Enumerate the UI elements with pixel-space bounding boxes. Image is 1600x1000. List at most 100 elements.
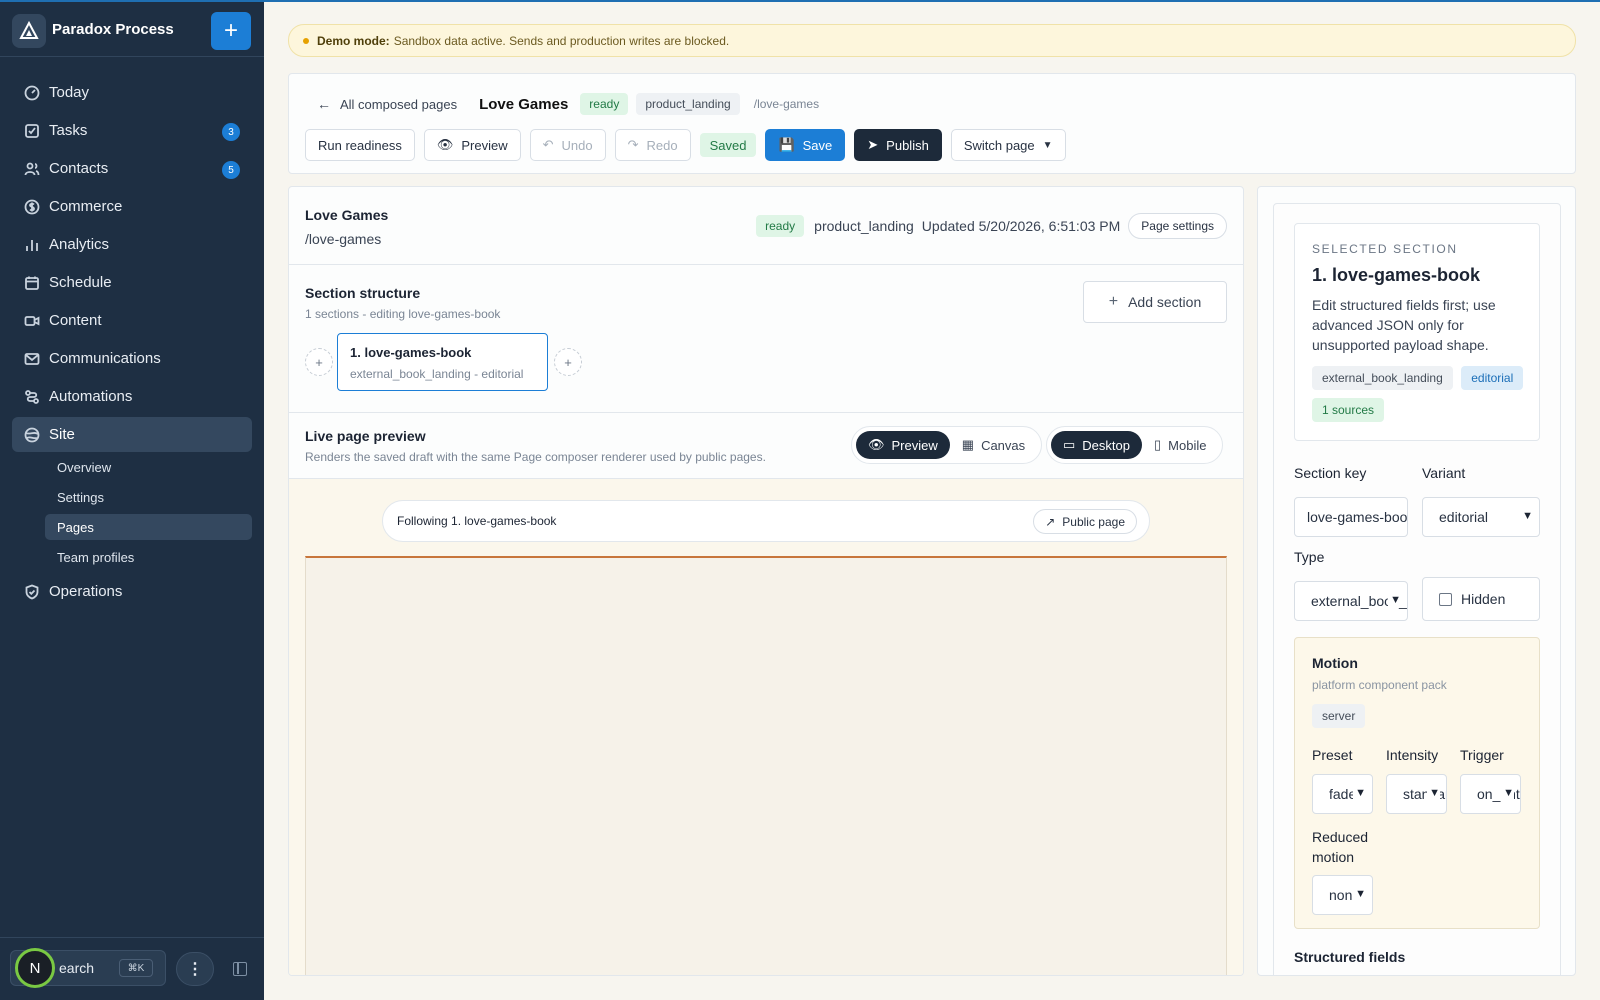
sidebar-subitem-overview[interactable]: Overview	[45, 454, 252, 480]
more-options-button[interactable]: ⋮	[176, 952, 214, 986]
hidden-toggle[interactable]: Hidden	[1422, 577, 1540, 621]
hidden-checkbox[interactable]	[1439, 592, 1452, 606]
save-button[interactable]: 💾 Save	[765, 129, 846, 161]
undo-button-label: Undo	[561, 137, 593, 153]
sidebar-item-label: Today	[49, 84, 90, 101]
sidebar-item-label: Content	[49, 312, 102, 329]
sidebar-item-contacts[interactable]: Contacts 5	[12, 151, 252, 186]
publish-button[interactable]: ➤ Publish	[854, 129, 942, 161]
page-summary-title: Love Games	[305, 207, 389, 223]
redo-icon: ↷	[627, 137, 639, 152]
preview-frame[interactable]	[305, 556, 1227, 975]
insert-section-before-button[interactable]: +	[305, 348, 333, 376]
demo-mode-banner: Demo mode: Sandbox data active. Sends an…	[288, 24, 1576, 57]
following-section-text: Following 1. love-games-book	[397, 514, 557, 528]
plus-icon: +	[1108, 293, 1119, 310]
sidebar-item-schedule[interactable]: Schedule	[12, 265, 252, 300]
insert-section-after-button[interactable]: +	[554, 348, 582, 376]
avatar[interactable]: N	[15, 948, 55, 988]
gauge-icon	[24, 85, 40, 100]
count-badge: 3	[222, 123, 240, 141]
sidebar-item-label: Commerce	[49, 198, 123, 215]
reduced-motion-select[interactable]: none ▼	[1312, 875, 1373, 915]
mobile-device-button[interactable]: ▯ Mobile	[1142, 431, 1218, 459]
sidebar-item-automations[interactable]: Automations	[12, 379, 252, 414]
selected-section-card: SELECTED SECTION 1. love-games-book Edit…	[1294, 223, 1540, 441]
sidebar-subitem-pages[interactable]: Pages	[45, 514, 252, 540]
brand-logo-icon[interactable]	[12, 14, 46, 48]
preview-mode-label: Preview	[891, 437, 938, 453]
calendar-icon	[25, 276, 39, 290]
preview-button-label: Preview	[461, 137, 508, 153]
redo-button-label: Redo	[646, 137, 678, 153]
public-page-button[interactable]: ↗ Public page	[1033, 509, 1137, 534]
sidebar-item-analytics[interactable]: Analytics	[12, 227, 252, 262]
send-icon: ➤	[867, 137, 879, 152]
chevron-down-icon: ▼	[1353, 787, 1366, 799]
section-structure-subtitle: 1 sections - editing love-games-book	[305, 307, 501, 321]
canvas-mode-label: Canvas	[981, 437, 1026, 453]
preview-button[interactable]: 👁 Preview	[423, 129, 521, 161]
switch-page-label: Switch page	[963, 137, 1035, 153]
banner-text: Sandbox data active. Sends and productio…	[393, 33, 730, 48]
route-icon	[25, 389, 39, 404]
search-input[interactable]: N earch ⌘K	[10, 948, 166, 988]
motion-subtitle: platform component pack	[1312, 678, 1447, 692]
more-vertical-icon: ⋮	[187, 961, 203, 978]
undo-icon: ↶	[542, 137, 554, 152]
type-select[interactable]: external_book_landing▼	[1294, 581, 1408, 621]
intensity-select[interactable]: standard▼	[1386, 774, 1447, 814]
eye-icon: 👁	[868, 437, 885, 452]
canvas-mode-button[interactable]: ▦ Canvas	[950, 431, 1037, 459]
preview-mode-button[interactable]: 👁 Preview	[856, 431, 950, 459]
trigger-label: Trigger	[1460, 747, 1504, 763]
section-structure-title: Section structure	[305, 285, 421, 301]
chevron-down-icon: ▼	[1353, 888, 1366, 900]
sidebar-item-content[interactable]: Content	[12, 303, 252, 338]
users-icon	[24, 162, 40, 175]
sidebar-item-tasks[interactable]: Tasks 3	[12, 113, 252, 148]
section-chip[interactable]: 1. love-games-book external_book_landing…	[337, 333, 548, 391]
sidebar-subitem-settings[interactable]: Settings	[45, 484, 252, 510]
create-new-button[interactable]: +	[211, 12, 251, 50]
collapse-sidebar-icon[interactable]	[233, 962, 247, 976]
eye-icon: 👁	[436, 137, 454, 152]
inspector-panel: SELECTED SECTION 1. love-games-book Edit…	[1273, 203, 1561, 975]
add-section-button[interactable]: + Add section	[1083, 281, 1227, 323]
trigger-select-value: on_enter	[1477, 786, 1520, 802]
sidebar-item-operations[interactable]: Operations	[12, 574, 252, 609]
page-settings-button[interactable]: Page settings	[1128, 213, 1227, 239]
chevron-down-icon: ▼	[1501, 787, 1514, 799]
sidebar-item-label: Contacts	[49, 160, 109, 177]
preview-mode-toggle: 👁 Preview ▦ Canvas	[851, 426, 1043, 464]
desktop-device-button[interactable]: ▭ Desktop	[1051, 431, 1142, 459]
sidebar-item-today[interactable]: Today	[12, 75, 252, 110]
back-to-pages-link[interactable]: ← All composed pages	[317, 96, 457, 112]
trigger-select[interactable]: on_enter▼	[1460, 774, 1521, 814]
variant-select[interactable]: editorial ▼	[1422, 497, 1540, 537]
sidebar-item-label: Site	[49, 426, 75, 443]
brand-name: Paradox Process	[52, 21, 174, 38]
saved-status-badge: Saved	[699, 133, 757, 157]
section-key-input[interactable]: love-games-book	[1294, 497, 1408, 537]
switch-page-dropdown[interactable]: Switch page ▼	[950, 129, 1066, 161]
redo-button[interactable]: ↷ Redo	[614, 129, 691, 161]
motion-server-tag: server	[1312, 704, 1366, 728]
preset-label: Preset	[1312, 747, 1353, 763]
selected-section-title: 1. love-games-book	[1312, 265, 1481, 285]
sidebar-item-label: Operations	[49, 583, 123, 600]
publish-button-label: Publish	[886, 137, 929, 153]
intensity-select-value: standard	[1403, 786, 1446, 802]
preset-select[interactable]: fade ▼	[1312, 774, 1373, 814]
sidebar-item-commerce[interactable]: Commerce	[12, 189, 252, 224]
monitor-icon: ▭	[1063, 437, 1076, 452]
sidebar-item-communications[interactable]: Communications	[12, 341, 252, 376]
checkbox-icon	[25, 123, 39, 138]
run-readiness-button[interactable]: Run readiness	[305, 129, 415, 161]
following-section-bar: Following 1. love-games-book ↗ Public pag…	[382, 500, 1150, 542]
undo-button[interactable]: ↶ Undo	[529, 129, 606, 161]
sidebar-item-site[interactable]: Site	[12, 417, 252, 452]
section-chip-title: 1. love-games-book	[350, 345, 472, 360]
component-tag: external_book_landing	[1312, 366, 1453, 390]
sidebar-subitem-team-profiles[interactable]: Team profiles	[45, 544, 252, 570]
